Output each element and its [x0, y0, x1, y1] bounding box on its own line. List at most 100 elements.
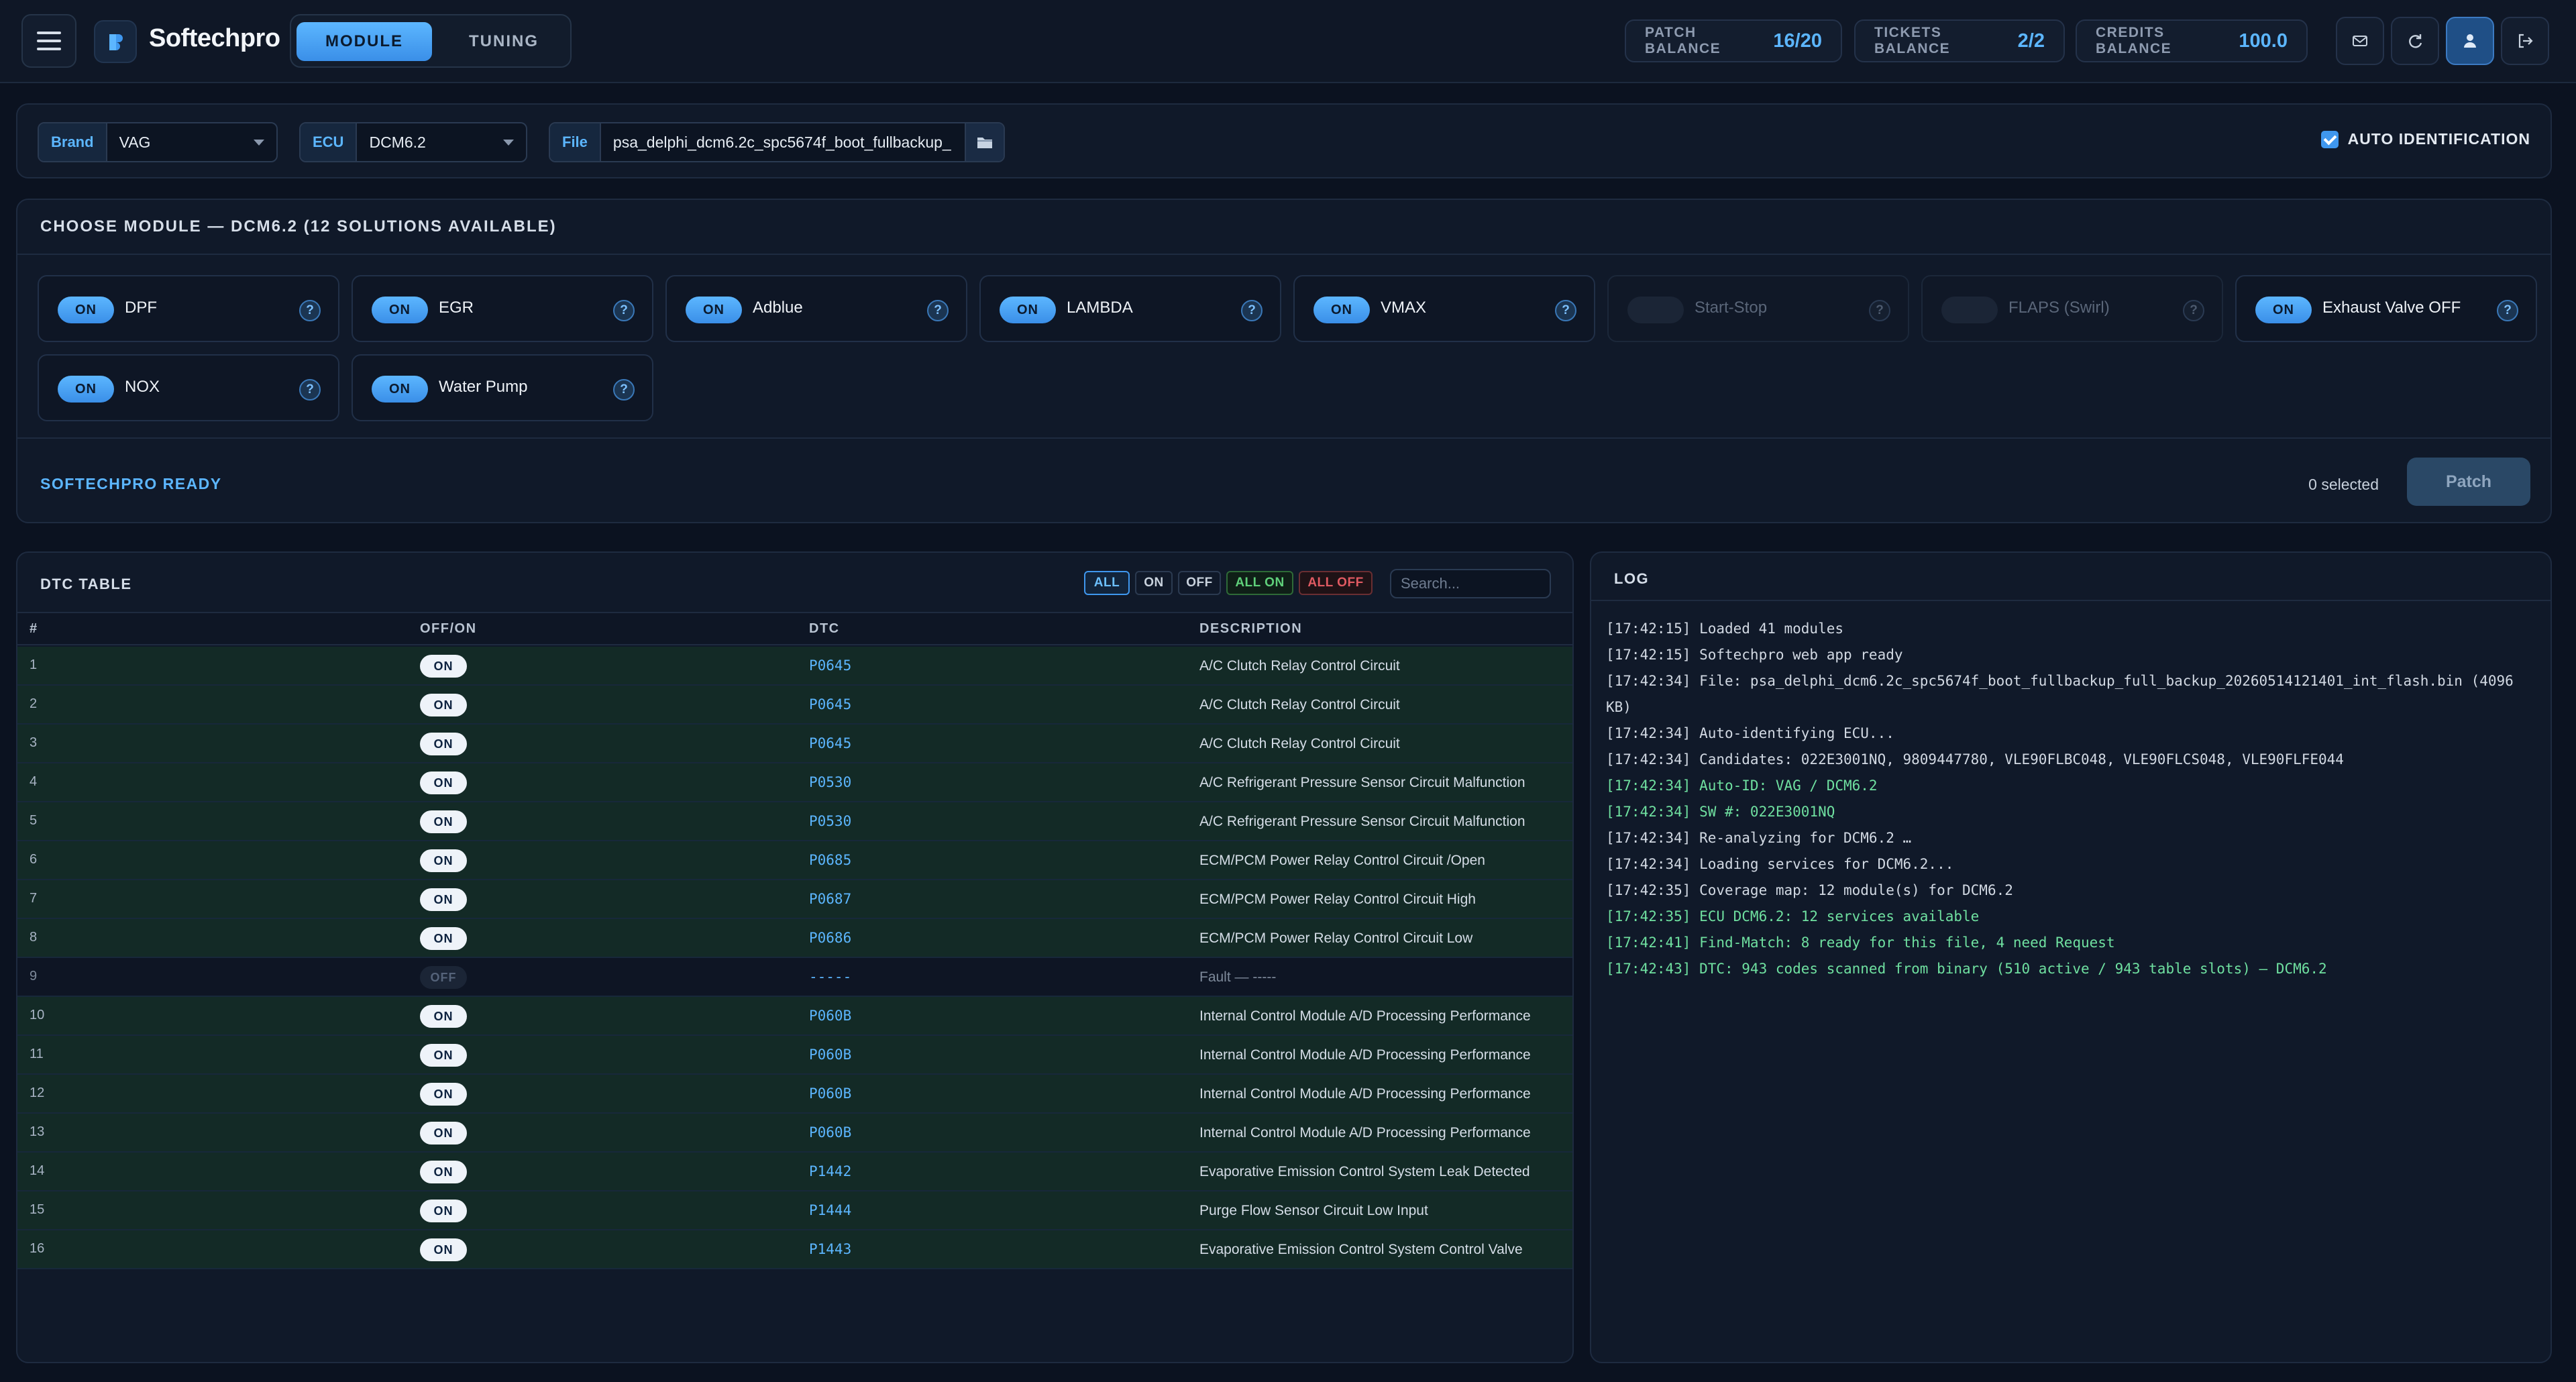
- tickets-balance-label: TICKETS BALANCE: [1874, 25, 1951, 56]
- module-toggle[interactable]: ON: [58, 376, 114, 403]
- brand-select[interactable]: Brand VAG: [38, 122, 278, 162]
- auto-identification-checkbox[interactable]: [2320, 130, 2339, 148]
- table-row: 16 ON P1443 Evaporative Emission Control Sy…: [17, 1230, 1572, 1269]
- module-name: DPF: [125, 299, 157, 317]
- mail-icon[interactable]: [2336, 17, 2384, 65]
- module-name: FLAPS (Swirl): [2008, 299, 2110, 317]
- log-line: [17:42:41] Find-Match: 8 ready for this …: [1606, 935, 2115, 951]
- filter-on-button[interactable]: ON: [1135, 571, 1173, 595]
- dtc-description: A/C Clutch Relay Control Circuit: [1199, 658, 1400, 674]
- help-icon[interactable]: ?: [2183, 300, 2204, 321]
- dtc-code: P0645: [809, 657, 852, 674]
- patch-balance-value: 16/20: [1773, 30, 1822, 52]
- file-field[interactable]: File psa_delphi_dcm6.2c_spc5674f_boot_fu…: [549, 122, 1005, 162]
- module-toggle[interactable]: ON: [372, 297, 428, 323]
- dtc-toggle[interactable]: ON: [420, 1238, 467, 1261]
- hamburger-menu-icon[interactable]: [21, 14, 76, 68]
- patch-balance-label: PATCH BALANCE: [1645, 25, 1721, 56]
- module-card[interactable]: ON NOX?: [38, 354, 339, 421]
- help-icon[interactable]: ?: [613, 379, 635, 401]
- module-card[interactable]: ON Exhaust Valve OFF?: [2235, 275, 2537, 342]
- dtc-toggle[interactable]: ON: [420, 888, 467, 911]
- module-name: Adblue: [753, 299, 803, 317]
- dtc-toggle[interactable]: ON: [420, 1083, 467, 1106]
- help-icon[interactable]: ?: [299, 379, 321, 401]
- dtc-toggle[interactable]: ON: [420, 733, 467, 755]
- help-icon[interactable]: ?: [299, 300, 321, 321]
- dtc-toggle[interactable]: ON: [420, 1044, 467, 1067]
- row-number: 14: [30, 1163, 45, 1178]
- brand-label: Brand: [39, 123, 107, 161]
- table-row: 8 ON P0686 ECM/PCM Power Relay Control Circ…: [17, 919, 1572, 958]
- logout-icon[interactable]: [2501, 17, 2549, 65]
- dtc-toggle[interactable]: ON: [420, 1005, 467, 1028]
- table-row: 2 ON P0645 A/C Clutch Relay Control Circuit: [17, 686, 1572, 725]
- dtc-search-input[interactable]: [1390, 569, 1551, 598]
- log-line: [17:42:34] Auto-identifying ECU...: [1606, 725, 1894, 741]
- help-icon[interactable]: ?: [1555, 300, 1576, 321]
- filter-off-button[interactable]: OFF: [1178, 571, 1221, 595]
- dtc-toggle[interactable]: ON: [420, 810, 467, 833]
- log-line: [17:42:34] Loading services for DCM6.2..…: [1606, 856, 1954, 872]
- dtc-toggle[interactable]: ON: [420, 694, 467, 716]
- all-off-button[interactable]: ALL OFF: [1299, 571, 1373, 595]
- table-row: 11 ON P060B Internal Control Module A/D Pro…: [17, 1036, 1572, 1075]
- row-number: 12: [30, 1085, 45, 1100]
- table-row: 4 ON P0530 A/C Refrigerant Pressure Sensor …: [17, 763, 1572, 802]
- module-toggle[interactable]: ON: [686, 297, 742, 323]
- divider: [17, 437, 2551, 439]
- dtc-toggle[interactable]: ON: [420, 772, 467, 794]
- refresh-icon[interactable]: [2391, 17, 2439, 65]
- tab-module[interactable]: MODULE: [297, 22, 432, 61]
- dtc-toggle[interactable]: ON: [420, 1161, 467, 1183]
- patch-button[interactable]: Patch: [2407, 458, 2530, 506]
- dtc-description: Internal Control Module A/D Processing P…: [1199, 1125, 1531, 1140]
- module-panel-title: CHOOSE MODULE — DCM6.2 (12 SOLUTIONS AVA…: [40, 217, 557, 235]
- table-row: 9 OFF ----- Fault — -----: [17, 958, 1572, 997]
- dtc-toggle[interactable]: ON: [420, 1122, 467, 1145]
- dtc-code: P060B: [809, 1085, 852, 1102]
- module-card[interactable]: ON Adblue?: [665, 275, 967, 342]
- module-card[interactable]: ON LAMBDA?: [979, 275, 1281, 342]
- log-line: [17:42:34] Auto-ID: VAG / DCM6.2: [1606, 778, 1878, 794]
- dtc-code: P0530: [809, 774, 852, 790]
- row-number: 11: [30, 1047, 44, 1061]
- log-line: [17:42:15] Loaded 41 modules: [1606, 621, 1844, 637]
- folder-icon[interactable]: [965, 123, 1004, 161]
- help-icon[interactable]: ?: [1241, 300, 1263, 321]
- filter-all-button[interactable]: ALL: [1084, 571, 1130, 595]
- help-icon[interactable]: ?: [1869, 300, 1890, 321]
- dtc-toggle[interactable]: ON: [420, 927, 467, 950]
- all-on-button[interactable]: ALL ON: [1226, 571, 1293, 595]
- help-icon[interactable]: ?: [927, 300, 949, 321]
- table-row: 15 ON P1444 Purge Flow Sensor Circuit Low I…: [17, 1191, 1572, 1230]
- module-toggle[interactable]: ON: [2255, 297, 2312, 323]
- module-card[interactable]: ON DPF?: [38, 275, 339, 342]
- tab-tuning[interactable]: TUNING: [436, 22, 572, 61]
- help-icon[interactable]: ?: [613, 300, 635, 321]
- credits-balance: CREDITS BALANCE 100.0: [2076, 19, 2308, 62]
- dtc-toggle[interactable]: ON: [420, 1200, 467, 1222]
- module-card[interactable]: ON Water Pump?: [352, 354, 653, 421]
- module-card[interactable]: ON VMAX?: [1293, 275, 1595, 342]
- dtc-code: P060B: [809, 1047, 852, 1063]
- table-row: 10 ON P060B Internal Control Module A/D Pro…: [17, 997, 1572, 1036]
- ecu-select[interactable]: ECU DCM6.2: [299, 122, 527, 162]
- auto-identification-toggle[interactable]: AUTO IDENTIFICATION: [2320, 130, 2530, 148]
- table-header: # OFF/ON DTC DESCRIPTION: [17, 612, 1572, 645]
- module-card[interactable]: ON EGR?: [352, 275, 653, 342]
- module-toggle[interactable]: ON: [1000, 297, 1056, 323]
- dtc-toggle[interactable]: ON: [420, 849, 467, 872]
- help-icon[interactable]: ?: [2497, 300, 2518, 321]
- module-toggle[interactable]: ON: [1313, 297, 1370, 323]
- user-icon[interactable]: [2446, 17, 2494, 65]
- chevron-down-icon: [254, 139, 264, 146]
- module-toggle[interactable]: ON: [372, 376, 428, 403]
- table-row: 14 ON P1442 Evaporative Emission Control Sy…: [17, 1153, 1572, 1191]
- module-toggle[interactable]: ON: [58, 297, 114, 323]
- dtc-toggle[interactable]: ON: [420, 655, 467, 678]
- module-name: Exhaust Valve OFF: [2322, 299, 2461, 317]
- table-row: 7 ON P0687 ECM/PCM Power Relay Control Circ…: [17, 880, 1572, 919]
- dtc-toggle[interactable]: OFF: [420, 966, 467, 989]
- chevron-down-icon: [503, 139, 514, 146]
